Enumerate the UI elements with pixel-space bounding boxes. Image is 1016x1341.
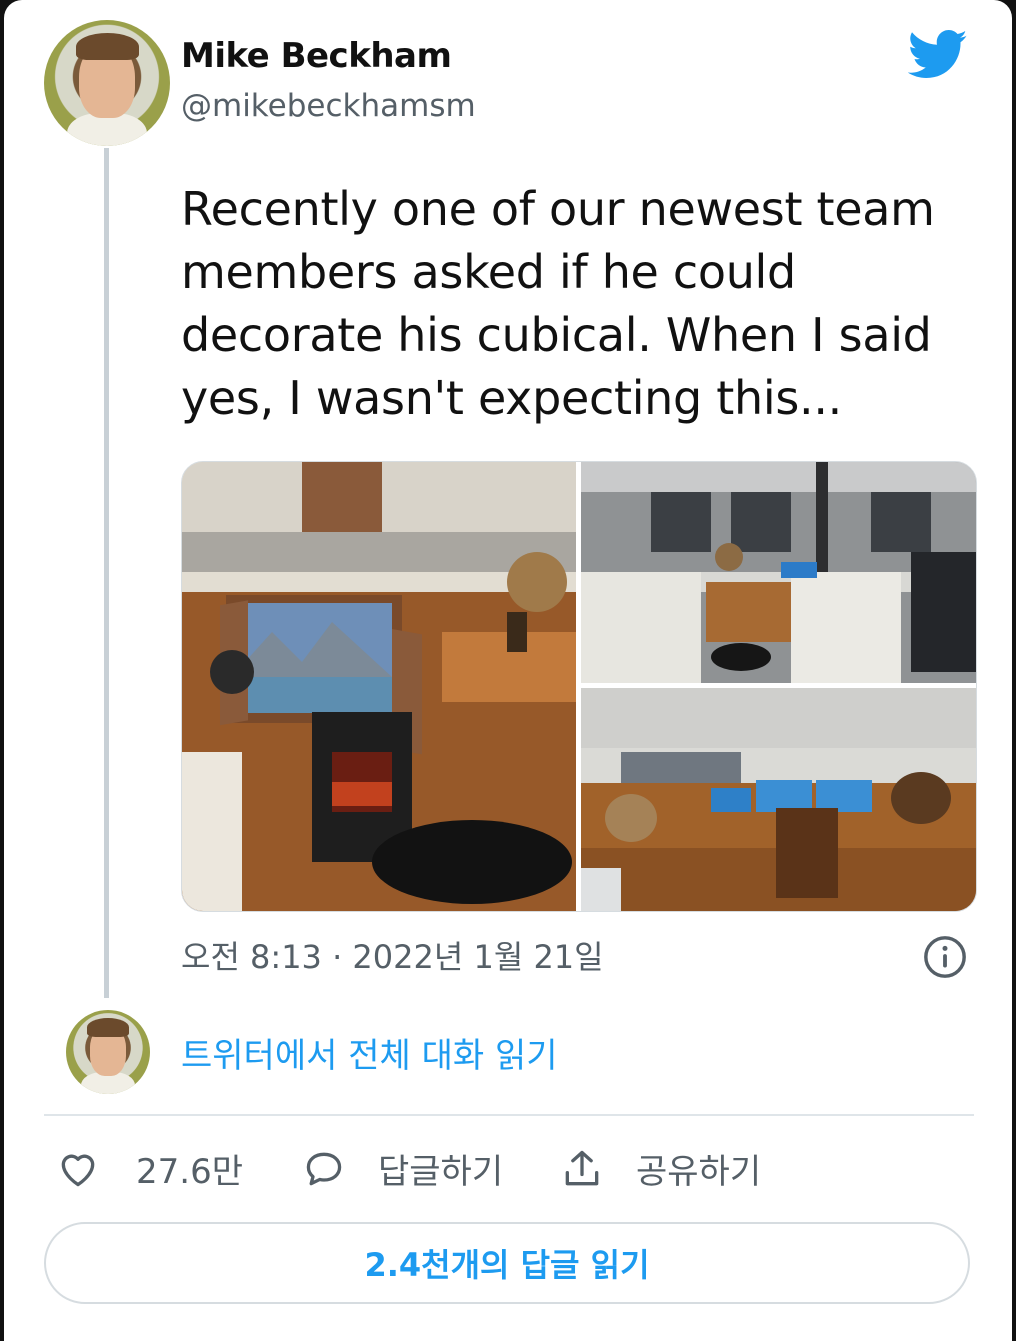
read-replies-button[interactable]: 2.4천개의 답글 읽기 xyxy=(44,1222,970,1304)
like-action[interactable]: 27.6만 xyxy=(56,1144,243,1193)
share-action[interactable]: 공유하기 xyxy=(558,1144,761,1193)
author-handle[interactable]: @mikebeckhamsm xyxy=(181,88,476,124)
reply-label: 답글하기 xyxy=(378,1152,504,1192)
photo-1[interactable] xyxy=(182,462,576,911)
photo-3[interactable] xyxy=(581,688,976,911)
author-avatar[interactable] xyxy=(44,20,170,146)
twitter-bird-icon[interactable] xyxy=(908,30,968,80)
divider xyxy=(44,1114,974,1116)
read-conversation-link[interactable]: 트위터에서 전체 대화 읽기 xyxy=(181,1028,558,1077)
heart-icon xyxy=(61,1154,95,1186)
share-label: 공유하기 xyxy=(636,1152,762,1192)
info-icon[interactable] xyxy=(922,934,968,980)
like-count: 27.6만 xyxy=(136,1152,243,1192)
reply-avatar[interactable] xyxy=(66,1010,150,1094)
share-icon xyxy=(565,1150,599,1185)
photo-grid xyxy=(181,461,977,912)
reply-action[interactable]: 답글하기 xyxy=(302,1144,503,1193)
tweet-card: Mike Beckham @mikebeckhamsm Recently one… xyxy=(4,0,1012,1341)
reply-icon xyxy=(306,1152,342,1185)
tweet-text: Recently one of our newest team members … xyxy=(181,182,935,425)
author-name[interactable]: Mike Beckham xyxy=(181,36,452,76)
photo-2[interactable] xyxy=(581,462,976,683)
thread-line xyxy=(104,148,109,998)
tweet-timestamp[interactable]: 오전 8:13 · 2022년 1월 21일 xyxy=(181,932,604,978)
